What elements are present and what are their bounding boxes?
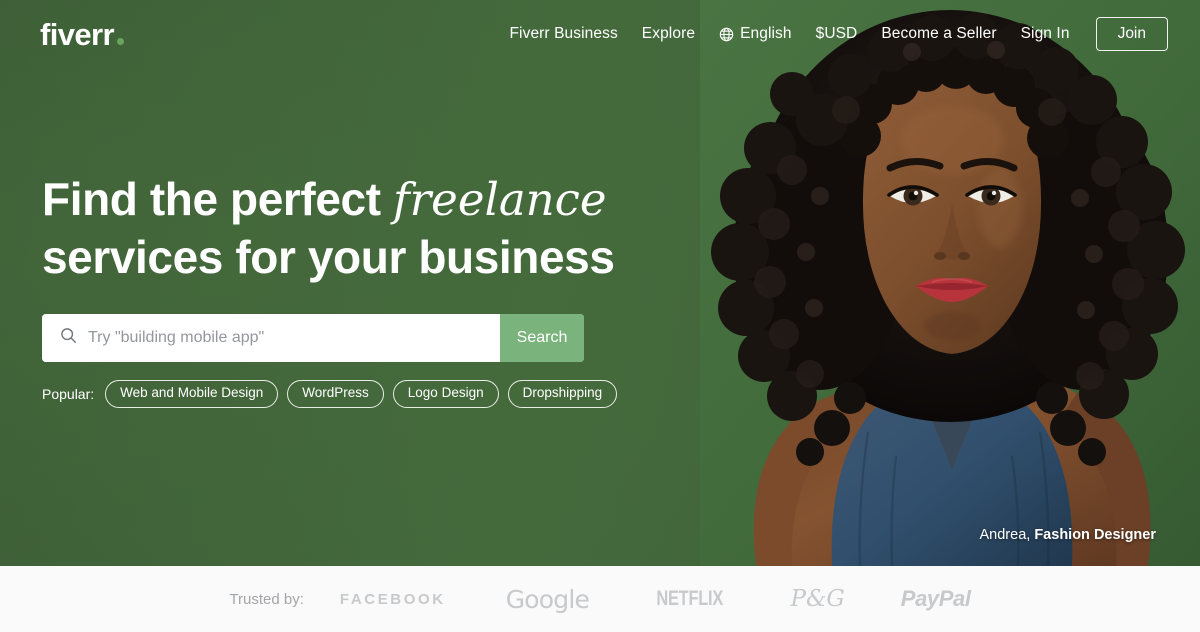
search-input[interactable] [88, 329, 486, 347]
search-field [42, 314, 500, 362]
logo-text: fiverr [40, 16, 115, 52]
headline-italic-word: freelance [393, 173, 607, 226]
nav-item-explore[interactable]: Explore [630, 19, 707, 49]
brand-logo-google: Google [505, 584, 590, 614]
popular-tag-wordpress[interactable]: WordPress [287, 380, 384, 408]
portrait-illustration [700, 0, 1200, 566]
brand-logo-pg: P&G [790, 586, 845, 612]
photo-credit-name: Andrea, [979, 527, 1031, 543]
top-navigation: fiverr Fiverr Business Explore English $… [0, 0, 1200, 68]
nav-item-sign-in[interactable]: Sign In [1009, 19, 1082, 49]
nav-item-become-a-seller[interactable]: Become a Seller [869, 19, 1008, 49]
trusted-by-label: Trusted by: [229, 590, 304, 608]
search-icon [60, 327, 77, 349]
page-title: Find the perfect freelance services for … [42, 176, 662, 280]
brand-logo-facebook: FACEBOOK [339, 590, 446, 608]
headline-part1: Find the perfect [42, 173, 394, 225]
nav-links: Fiverr Business Explore English $USD Bec… [497, 16, 1168, 52]
logo-dot-icon [116, 37, 124, 45]
fiverr-homepage: fiverr Fiverr Business Explore English $… [0, 0, 1200, 632]
popular-tag-dropshipping[interactable]: Dropshipping [507, 380, 618, 408]
hero-section: fiverr Fiverr Business Explore English $… [0, 0, 1200, 566]
popular-tag-logo-design[interactable]: Logo Design [392, 380, 499, 408]
popular-label: Popular: [42, 385, 95, 402]
photo-credit-role: Fashion Designer [1034, 527, 1156, 543]
popular-searches: Popular: Web and Mobile Design WordPress… [42, 380, 662, 408]
globe-icon [719, 27, 734, 42]
popular-tag-web-and-mobile-design[interactable]: Web and Mobile Design [105, 380, 279, 408]
brand-logo-paypal: PayPal [900, 586, 971, 611]
hero-photo [700, 0, 1200, 566]
join-button[interactable]: Join [1095, 16, 1168, 52]
nav-item-language[interactable]: English [707, 19, 804, 49]
fiverr-logo[interactable]: fiverr [40, 19, 124, 50]
search-button[interactable]: Search [500, 314, 584, 362]
hero-content: Find the perfect freelance services for … [42, 176, 662, 408]
nav-language-label: English [740, 25, 792, 42]
brand-logo-netflix: NETFLIX [656, 587, 724, 610]
nav-item-fiverr-business[interactable]: Fiverr Business [497, 19, 629, 49]
search-bar: Search [42, 314, 584, 362]
photo-credit: Andrea, Fashion Designer [980, 527, 1157, 543]
trusted-by-bar: Trusted by: FACEBOOK Google NETFLIX P&G … [0, 566, 1200, 632]
nav-item-currency[interactable]: $USD [804, 19, 870, 49]
headline-line2: services for your business [42, 231, 615, 283]
